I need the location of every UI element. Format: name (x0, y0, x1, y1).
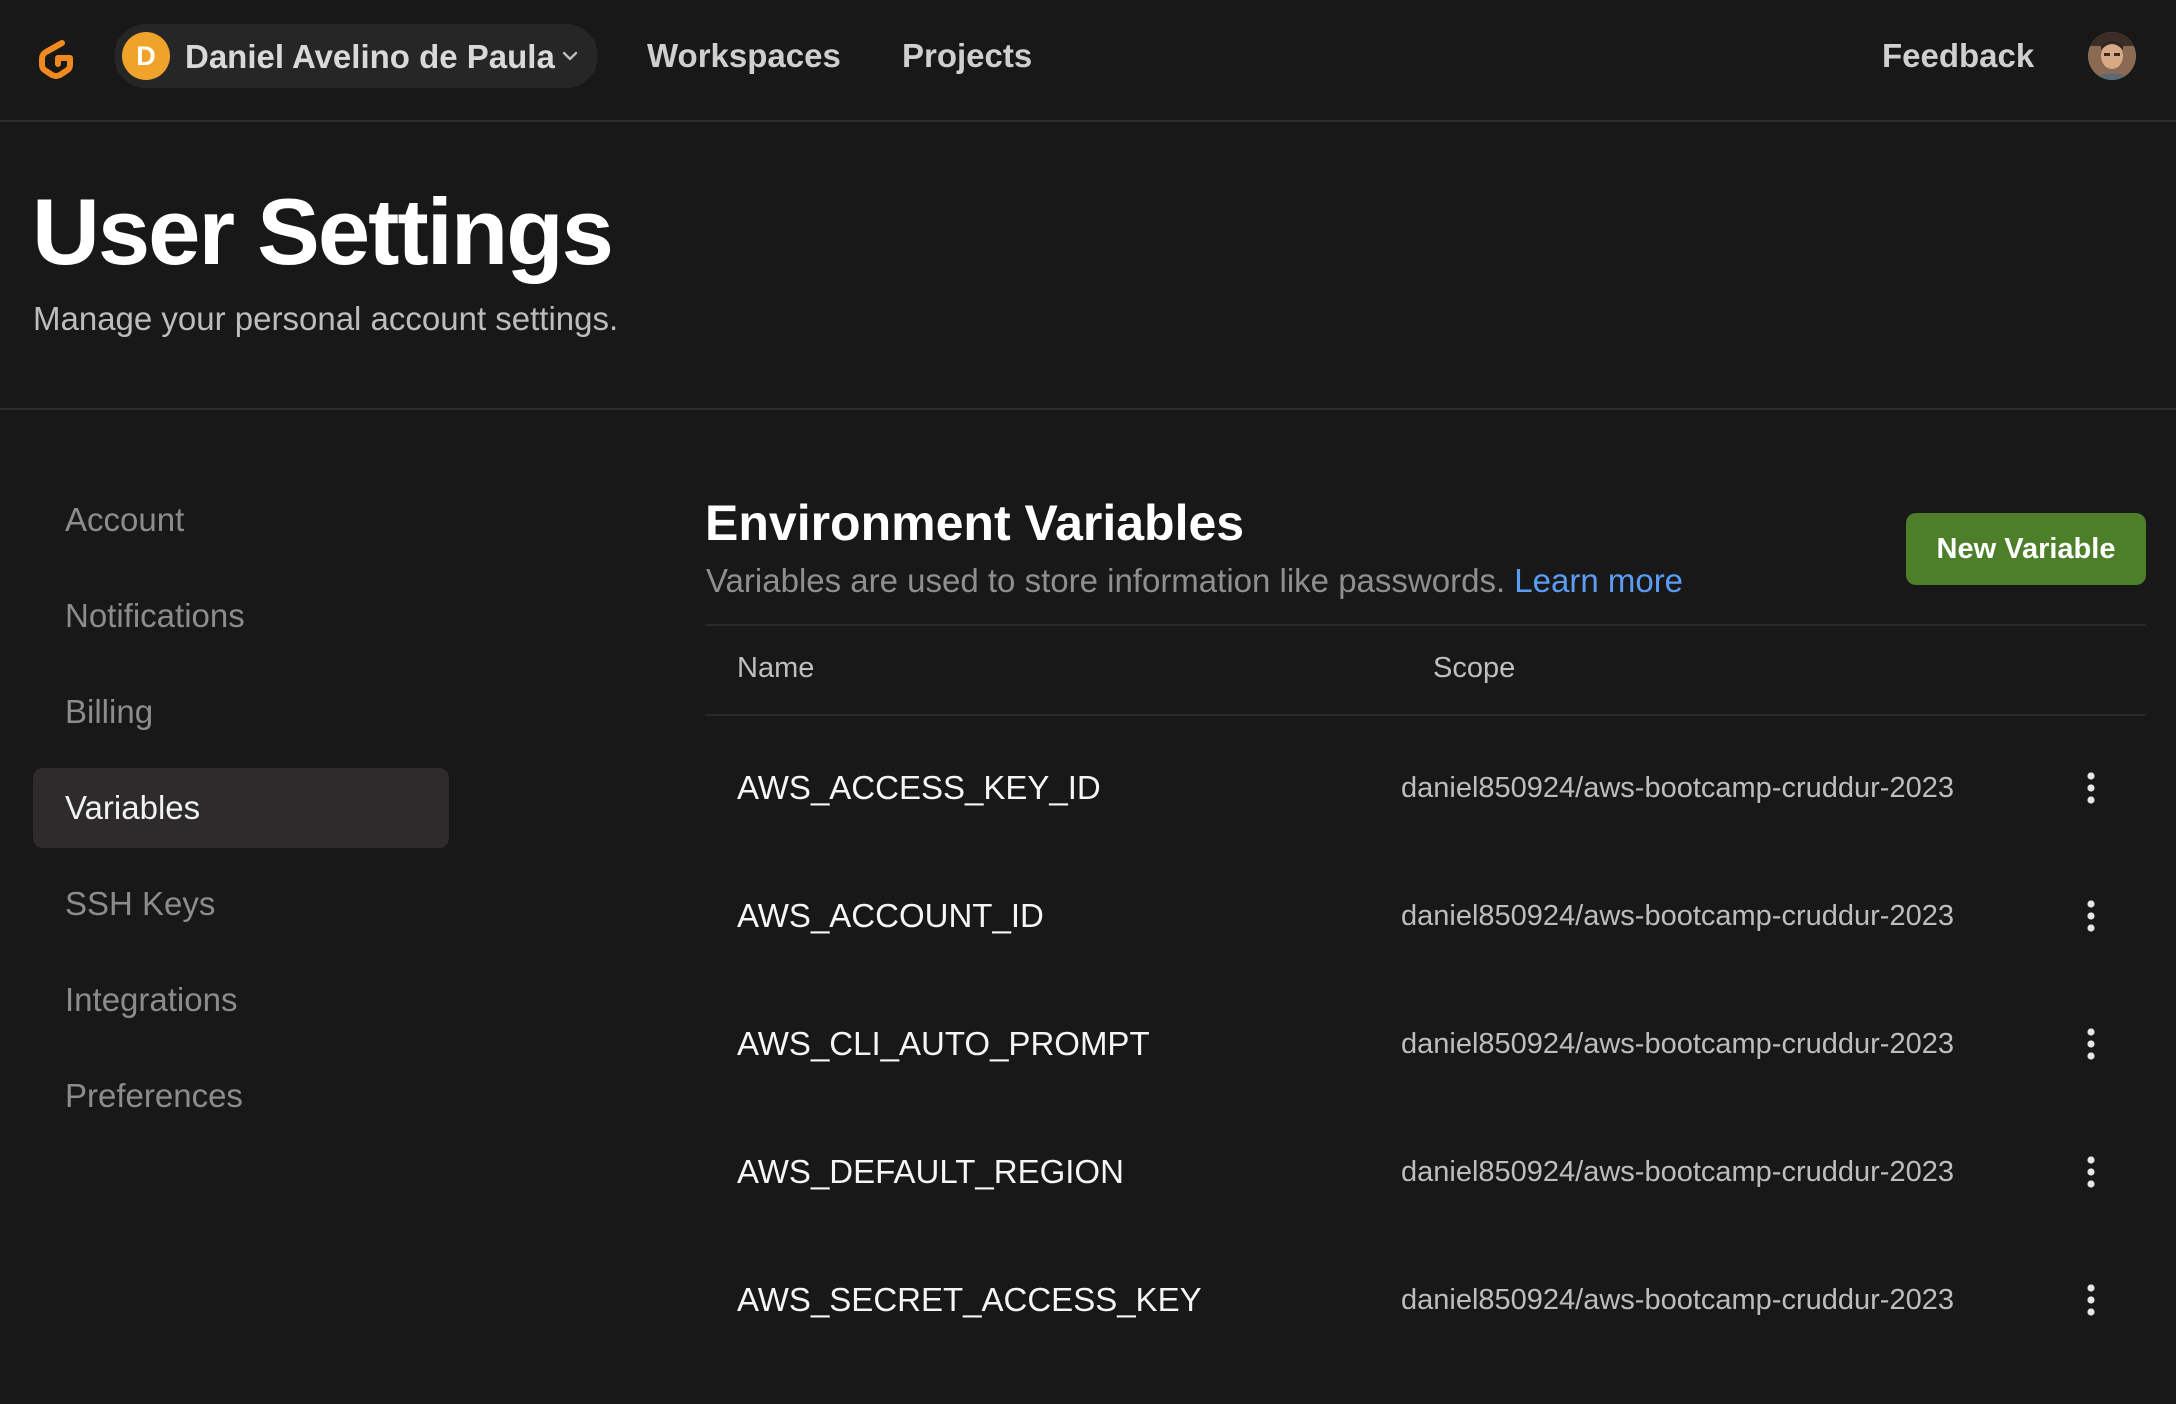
variable-scope: daniel850924/aws-bootcamp-cruddur-2023 (1401, 1284, 1954, 1316)
variable-scope: daniel850924/aws-bootcamp-cruddur-2023 (1401, 1156, 1954, 1188)
variable-name: AWS_CLI_AUTO_PROMPT (737, 1025, 1150, 1062)
feedback-link[interactable]: Feedback (1882, 37, 2034, 75)
page-subtitle: Manage your personal account settings. (33, 300, 619, 337)
variable-name: AWS_ACCESS_KEY_ID (737, 769, 1101, 806)
sidebar-item-preferences[interactable]: Preferences (33, 1056, 449, 1136)
table-row: AWS_ACCOUNT_ID daniel850924/aws-bootcamp… (705, 852, 2146, 980)
sidebar-item-billing[interactable]: Billing (33, 672, 449, 752)
more-options-icon[interactable] (2071, 1280, 2111, 1320)
more-options-icon[interactable] (2071, 1024, 2111, 1064)
section-title: Environment Variables (705, 495, 1245, 551)
sidebar-item-variables[interactable]: Variables (33, 768, 449, 848)
chevron-down-icon (562, 51, 578, 61)
sidebar-item-account[interactable]: Account (33, 480, 449, 560)
table-row: AWS_ACCESS_KEY_ID daniel850924/aws-bootc… (705, 724, 2146, 852)
column-header-name: Name (737, 652, 815, 684)
user-avatar-photo[interactable] (2088, 32, 2136, 80)
sidebar-item-notifications[interactable]: Notifications (33, 576, 449, 656)
variable-name: AWS_DEFAULT_REGION (737, 1153, 1124, 1190)
sidebar-item-ssh-keys[interactable]: SSH Keys (33, 864, 449, 944)
user-avatar-image (2088, 32, 2136, 80)
variable-scope: daniel850924/aws-bootcamp-cruddur-2023 (1401, 900, 1954, 932)
description-text: Variables are used to store information … (706, 562, 1506, 599)
nav-workspaces-link[interactable]: Workspaces (647, 37, 841, 75)
more-options-icon[interactable] (2071, 768, 2111, 808)
account-switcher[interactable]: D Daniel Avelino de Paula (114, 24, 598, 88)
column-header-scope: Scope (1433, 652, 1516, 684)
nav-projects-link[interactable]: Projects (902, 37, 1032, 75)
table-row: AWS_CLI_AUTO_PROMPT daniel850924/aws-boo… (705, 980, 2146, 1108)
sidebar-item-integrations[interactable]: Integrations (33, 960, 449, 1040)
variable-name: AWS_SECRET_ACCESS_KEY (737, 1281, 1202, 1318)
table-top-divider (705, 624, 2146, 626)
section-description: Variables are used to store information … (706, 562, 1683, 600)
variable-scope: daniel850924/aws-bootcamp-cruddur-2023 (1401, 772, 1954, 804)
top-navigation-bar: D Daniel Avelino de Paula Workspaces Pro… (0, 0, 2176, 122)
account-name: Daniel Avelino de Paula (185, 38, 555, 75)
more-options-icon[interactable] (2071, 1152, 2111, 1192)
gitpod-logo-icon[interactable] (32, 34, 80, 82)
table-row: AWS_DEFAULT_REGION daniel850924/aws-boot… (705, 1108, 2146, 1236)
learn-more-link[interactable]: Learn more (1514, 562, 1683, 599)
table-header-divider (705, 714, 2146, 716)
variable-name: AWS_ACCOUNT_ID (737, 897, 1044, 934)
new-variable-button[interactable]: New Variable (1906, 513, 2146, 585)
account-initial-avatar: D (122, 32, 170, 80)
header-divider (0, 408, 2176, 410)
more-options-icon[interactable] (2071, 896, 2111, 936)
variable-scope: daniel850924/aws-bootcamp-cruddur-2023 (1401, 1028, 1954, 1060)
page-title: User Settings (32, 179, 614, 284)
table-row: AWS_SECRET_ACCESS_KEY daniel850924/aws-b… (705, 1236, 2146, 1364)
